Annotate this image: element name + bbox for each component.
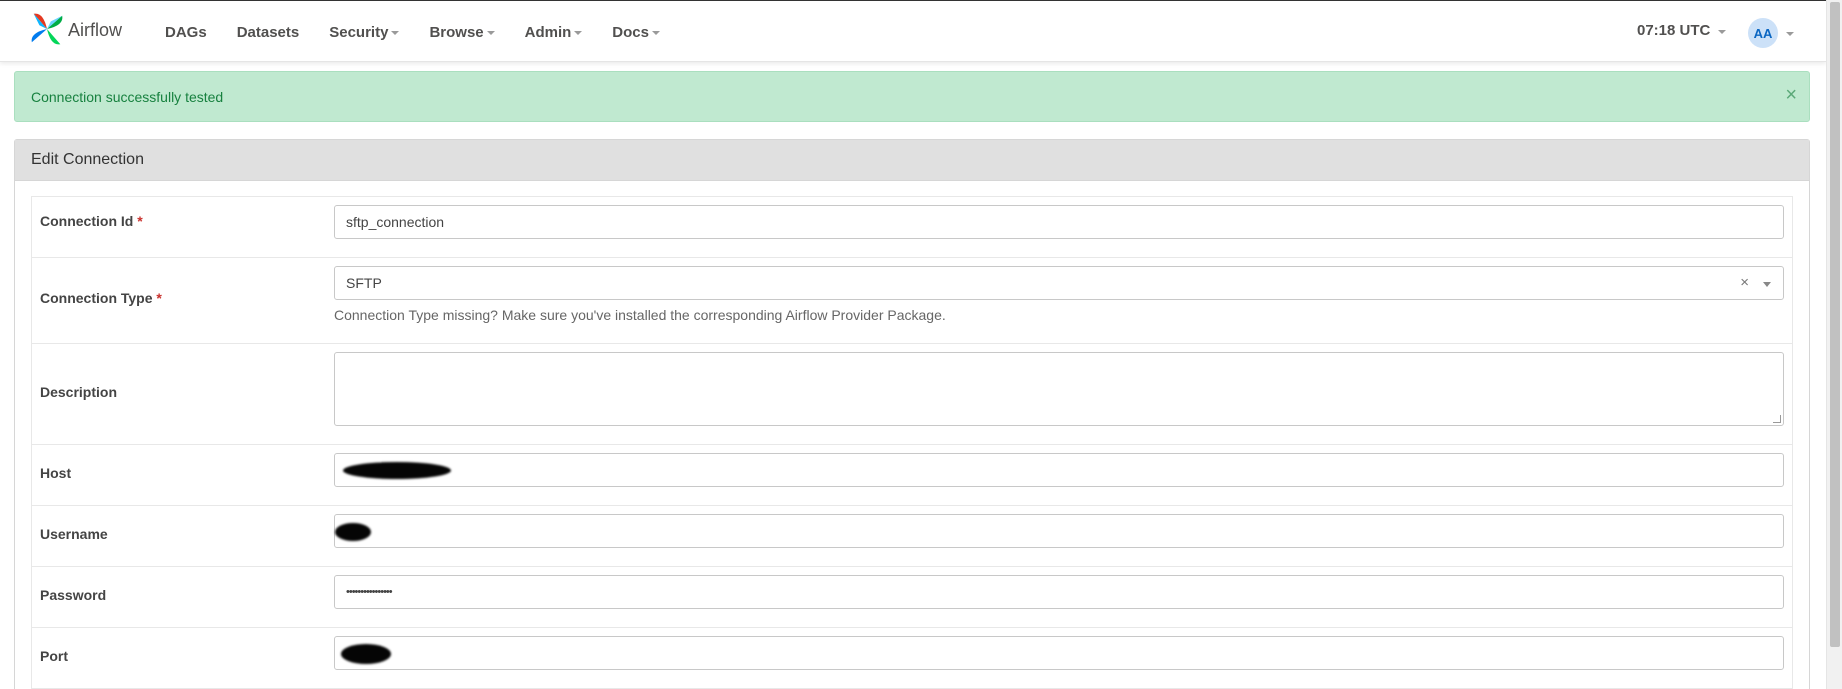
connection-type-help: Connection Type missing? Make sure you'v… [334,307,946,323]
form-row-connection-type: Connection Type * SFTP × Connection Type… [32,258,1792,344]
password-mask: •••••••••••••••• [346,586,393,598]
redacted-value [343,462,451,479]
caret-down-icon [391,31,400,35]
username-input[interactable] [334,514,1784,548]
description-textarea[interactable] [334,352,1784,426]
nav-label: Docs [612,23,649,41]
nav-label: Admin [524,23,572,41]
connection-form: Connection Id * sftp_connection Connecti… [31,196,1793,689]
username-label: Username [40,526,108,542]
top-navbar: Airflow DAGs Datasets Security Browse Ad… [0,0,1826,62]
host-label: Host [40,465,72,481]
chevron-down-icon[interactable] [1763,282,1771,287]
alert-message: Connection successfully tested [31,89,224,105]
form-row-description: Description [32,344,1792,445]
required-mark: * [156,290,162,306]
connection-id-input[interactable]: sftp_connection [334,205,1784,239]
nav-admin[interactable]: Admin [510,24,598,41]
connection-type-label: Connection Type * [40,290,162,306]
port-input[interactable] [334,636,1784,670]
form-row-port: Port [32,628,1792,689]
clock-time: 07:18 UTC [1637,22,1711,39]
input-value: sftp_connection [346,214,445,230]
redacted-value [341,644,391,664]
close-icon[interactable]: × [1785,85,1797,105]
page-scrollbar[interactable] [1826,0,1842,689]
nav-label: Security [329,23,389,41]
clear-icon[interactable]: × [1740,274,1749,291]
description-label: Description [40,384,118,400]
nav-dags[interactable]: DAGs [150,24,222,41]
caret-down-icon [651,31,660,35]
caret-down-icon [1718,29,1727,34]
brand-link[interactable]: Airflow [28,10,122,50]
redacted-value [335,523,371,541]
nav-docs[interactable]: Docs [597,24,675,41]
form-row-host: Host [32,445,1792,506]
nav-security[interactable]: Security [314,24,414,41]
nav-label: DAGs [165,23,207,41]
brand-name: Airflow [68,20,123,40]
connection-id-label: Connection Id * [40,213,143,229]
password-input[interactable]: •••••••••••••••• [334,575,1784,609]
airflow-logo-icon [31,13,63,45]
user-menu[interactable]: AA [1748,18,1794,48]
nav-browse[interactable]: Browse [414,24,509,41]
label-text: Connection Id [40,213,134,229]
nav-label: Datasets [236,23,300,41]
nav-label: Browse [429,23,484,41]
nav-datasets[interactable]: Datasets [222,24,315,41]
resize-handle-icon[interactable] [1773,415,1781,423]
form-row-password: Password •••••••••••••••• [32,567,1792,628]
form-row-username: Username [32,506,1792,567]
panel-title: Edit Connection [15,140,1809,181]
edit-connection-panel: Edit Connection Connection Id * sftp_con… [14,139,1810,689]
select-value: SFTP [346,275,382,291]
label-text: Connection Type [40,290,153,306]
avatar: AA [1748,18,1778,48]
caret-down-icon [574,31,583,35]
port-label: Port [40,648,68,664]
form-row-connection-id: Connection Id * sftp_connection [32,197,1792,258]
main-nav: DAGs Datasets Security Browse Admin Docs [150,1,675,63]
password-label: Password [40,587,107,603]
scrollbar-thumb[interactable] [1830,2,1840,647]
host-input[interactable] [334,453,1784,487]
required-mark: * [137,213,143,229]
timezone-clock-dropdown[interactable]: 07:18 UTC [1637,22,1727,39]
connection-type-select[interactable]: SFTP × [334,266,1784,300]
caret-down-icon [486,31,495,35]
caret-down-icon [1786,32,1794,36]
success-alert: Connection successfully tested × [14,71,1810,122]
